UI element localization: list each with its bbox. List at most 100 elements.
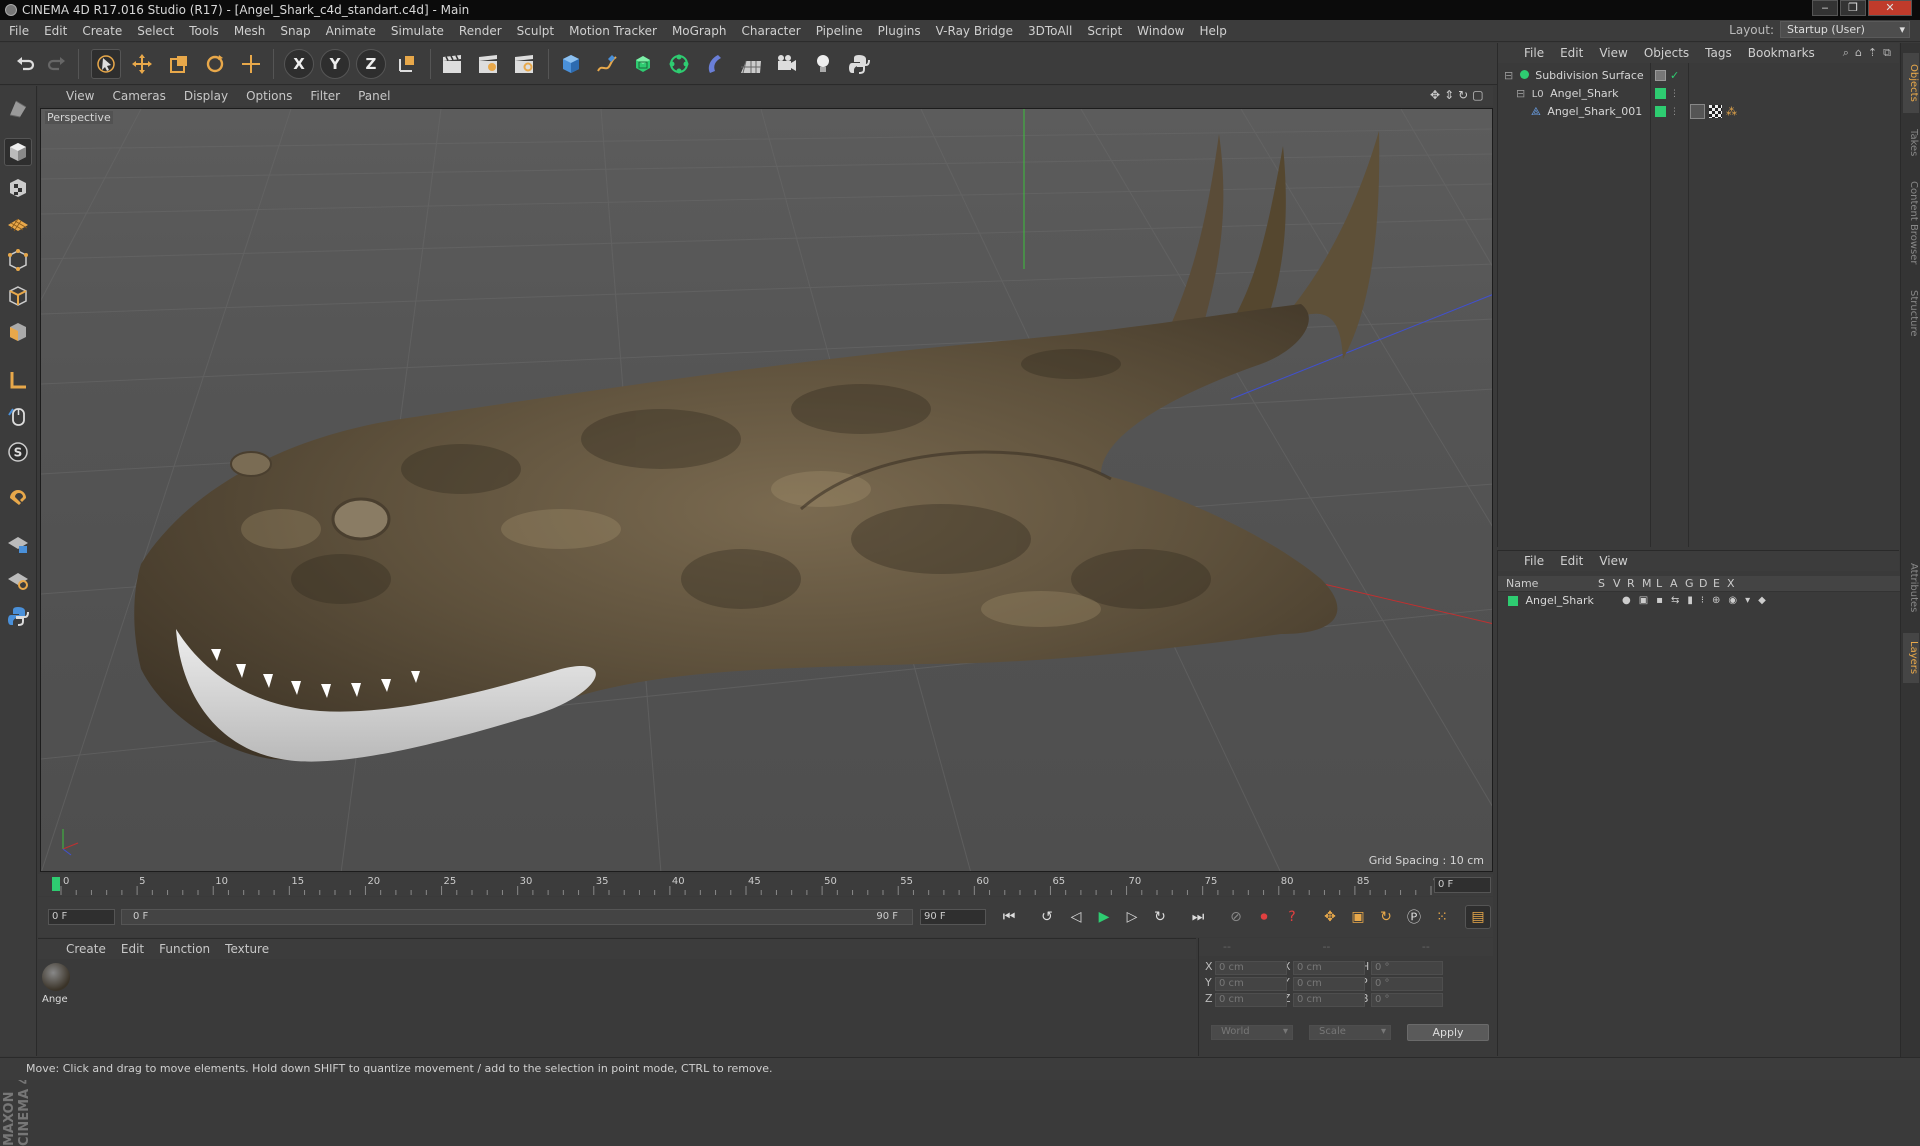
layer-menu-file[interactable]: File (1524, 554, 1544, 568)
menu-pipeline[interactable]: Pipeline (816, 24, 863, 38)
material-menu-texture[interactable]: Texture (225, 942, 269, 956)
coordinate-system-button[interactable] (392, 49, 422, 79)
home-icon[interactable]: ⌂ (1855, 46, 1862, 60)
viewport-menu-cameras[interactable]: Cameras (112, 89, 165, 103)
collapse-icon[interactable]: ⊟ (1504, 69, 1513, 82)
layer-column-m[interactable]: M (1642, 576, 1652, 592)
menu-help[interactable]: Help (1199, 24, 1226, 38)
layer-color-swatch[interactable] (1655, 106, 1666, 117)
planar-workplane-button[interactable] (4, 566, 32, 594)
polygons-mode-button[interactable] (4, 318, 32, 346)
key-pla-button[interactable]: ⁙ (1429, 905, 1455, 929)
material-menu-function[interactable]: Function (159, 942, 210, 956)
visibility-dots[interactable]: ⋮ (1670, 103, 1679, 121)
go-to-end-button[interactable]: ⏭ (1185, 905, 1211, 929)
object-menu-file[interactable]: File (1524, 46, 1544, 60)
menu-file[interactable]: File (9, 24, 29, 38)
record-disabled-button[interactable]: ⊘ (1223, 905, 1249, 929)
texture-mode-button[interactable] (4, 174, 32, 202)
snapping-button[interactable] (4, 486, 32, 514)
points-mode-button[interactable] (4, 246, 32, 274)
menu-3dtoall[interactable]: 3DToAll (1028, 24, 1072, 38)
add-environment-button[interactable] (736, 49, 766, 79)
python-button[interactable] (844, 49, 874, 79)
menu-snap[interactable]: Snap (280, 24, 310, 38)
python-left-button[interactable] (4, 602, 32, 630)
menu-motion-tracker[interactable]: Motion Tracker (569, 24, 657, 38)
z-axis-lock-button[interactable]: Z (356, 49, 386, 79)
menu-simulate[interactable]: Simulate (391, 24, 444, 38)
size-y-field[interactable]: 0 cm (1293, 977, 1365, 991)
object-menu-bookmarks[interactable]: Bookmarks (1748, 46, 1815, 60)
object-menu-tags[interactable]: Tags (1705, 46, 1732, 60)
tweak-mode-button[interactable] (4, 402, 32, 430)
add-generator-button[interactable] (628, 49, 658, 79)
add-mograph-button[interactable] (664, 49, 694, 79)
add-deformer-button[interactable] (700, 49, 730, 79)
menu-animate[interactable]: Animate (326, 24, 376, 38)
layer-column-l[interactable]: L (1656, 576, 1662, 592)
layer-row[interactable]: Angel_Shark ●▣▪⇆▮⁝⊕◉▾◆ (1508, 592, 1898, 610)
close-button[interactable]: ✕ (1868, 0, 1912, 16)
pan-view-icon[interactable]: ✥ (1430, 88, 1440, 102)
menu-mesh[interactable]: Mesh (234, 24, 266, 38)
minimize-button[interactable]: ‒ (1812, 0, 1838, 16)
add-light-button[interactable] (808, 49, 838, 79)
key-rotation-button[interactable]: ↻ (1373, 905, 1399, 929)
layer-menu-edit[interactable]: Edit (1560, 554, 1583, 568)
viewport-menu-view[interactable]: View (66, 89, 94, 103)
layer-menu-view[interactable]: View (1599, 554, 1627, 568)
record-active-objects-button[interactable]: ⏺ (1251, 905, 1277, 929)
render-settings-button[interactable] (509, 49, 539, 79)
start-frame-field[interactable]: 0 F (48, 909, 115, 925)
layout-dropdown[interactable]: Startup (User) ▾ (1780, 21, 1910, 38)
layers-tab[interactable]: Layers (1903, 633, 1919, 683)
render-to-picture-viewer-button[interactable] (473, 49, 503, 79)
position-x-field[interactable]: 0 cm (1215, 961, 1287, 975)
x-axis-lock-button[interactable]: X (284, 49, 314, 79)
autokeying-button[interactable]: ? (1279, 905, 1305, 929)
layer-column-v[interactable]: V (1613, 576, 1621, 592)
transform-mode-dropdown[interactable]: Scale ▾ (1309, 1025, 1391, 1040)
layer-column-name[interactable]: Name (1506, 576, 1538, 592)
layer-flag-toggles[interactable]: ●▣▪⇆▮⁝⊕◉▾◆ (1622, 592, 1774, 610)
undo-button[interactable] (10, 49, 40, 79)
material-menu-create[interactable]: Create (66, 942, 106, 956)
menu-window[interactable]: Window (1137, 24, 1184, 38)
object-row-angel-shark[interactable]: ⊟ L0 Angel_Shark ⋮ (1516, 85, 1894, 103)
menu-plugins[interactable]: Plugins (878, 24, 921, 38)
object-row-angel-shark-001[interactable]: ⟁ Angel_Shark_001 ⋮ ⁂ (1528, 103, 1894, 121)
menu-mograph[interactable]: MoGraph (672, 24, 727, 38)
new-view-icon[interactable]: ⧉ (1883, 46, 1891, 60)
collapse-icon[interactable]: ⊟ (1516, 87, 1525, 100)
timeline-ruler[interactable]: 051015202530354045505560657075808590 0 F (38, 874, 1493, 896)
menu-edit[interactable]: Edit (44, 24, 67, 38)
texture-tag-icon[interactable] (1709, 105, 1722, 118)
rotate-tool-button[interactable] (200, 49, 230, 79)
locked-workplane-button[interactable] (4, 530, 32, 558)
rotate-view-icon[interactable]: ↻ (1458, 88, 1468, 102)
render-view-button[interactable] (437, 49, 467, 79)
objects-tab[interactable]: Objects (1903, 53, 1919, 113)
make-editable-button[interactable] (4, 94, 32, 122)
perspective-viewport[interactable]: Perspective Grid Spacing : 10 cm (40, 108, 1493, 872)
layer-column-e[interactable]: E (1713, 576, 1720, 592)
material-item[interactable]: Ange (42, 963, 74, 1011)
size-z-field[interactable]: 0 cm (1293, 993, 1365, 1007)
up-arrow-icon[interactable]: ⇡ (1868, 46, 1877, 60)
coordinate-mode-dropdown[interactable]: World ▾ (1211, 1025, 1293, 1040)
layer-color-swatch[interactable] (1655, 88, 1666, 99)
viewport-menu-options[interactable]: Options (246, 89, 292, 103)
add-camera-button[interactable] (772, 49, 802, 79)
rotation-h-field[interactable]: 0 ° (1371, 961, 1443, 975)
solo-mode-button[interactable]: S (4, 438, 32, 466)
go-to-start-button[interactable]: ⏮ (996, 905, 1022, 929)
layer-column-s[interactable]: S (1598, 576, 1605, 592)
visibility-dots[interactable]: ⋮ (1670, 85, 1679, 103)
zoom-view-icon[interactable]: ⇕ (1444, 88, 1454, 102)
layer-column-x[interactable]: X (1727, 576, 1735, 592)
add-cube-button[interactable] (556, 49, 586, 79)
scale-tool-button[interactable] (164, 49, 194, 79)
frame-range-slider[interactable]: 0 F 90 F (121, 909, 913, 925)
viewport-menu-panel[interactable]: Panel (358, 89, 390, 103)
